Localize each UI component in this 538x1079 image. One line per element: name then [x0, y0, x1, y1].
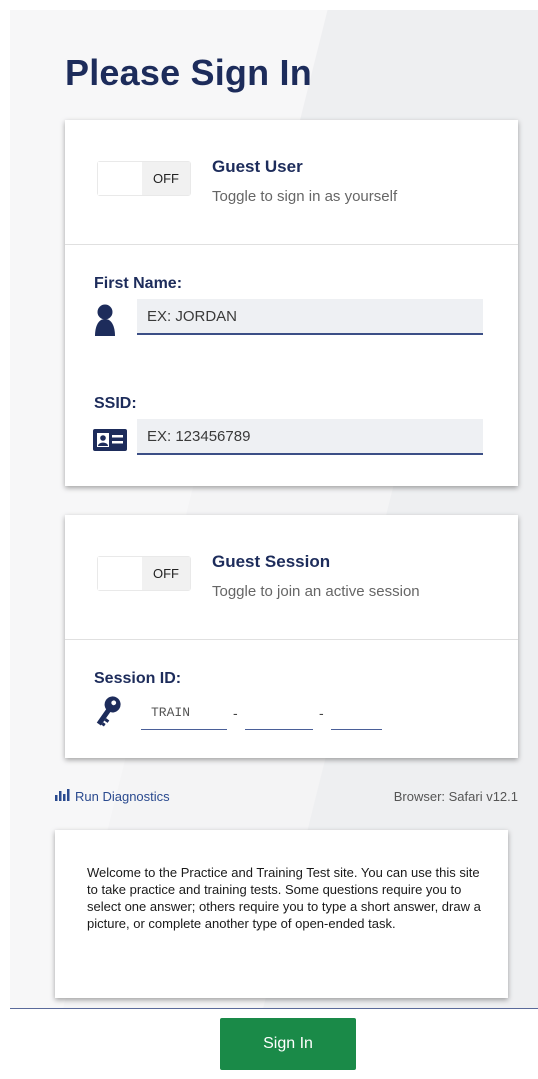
footer-divider [10, 1008, 538, 1009]
key-icon [95, 694, 121, 733]
divider [65, 244, 518, 245]
guest-session-title: Guest Session [212, 552, 331, 571]
sign-in-button[interactable]: Sign In [220, 1018, 356, 1070]
toggle-track [98, 162, 142, 195]
session-id-label: Session ID: [94, 670, 182, 687]
page-title: Please Sign In [65, 52, 312, 93]
welcome-text: Welcome to the Practice and Training Tes… [87, 865, 481, 931]
session-id-separator: - [319, 705, 324, 721]
session-id-part1-input[interactable] [141, 696, 227, 730]
ssid-input[interactable] [137, 419, 483, 455]
divider [65, 639, 518, 640]
bar-chart-icon [55, 789, 71, 804]
session-id-separator: - [233, 705, 238, 721]
page-background: Please Sign In OFF Guest User Toggle to … [10, 10, 538, 1008]
toggle-state: OFF [142, 162, 190, 195]
run-diagnostics-label: Run Diagnostics [75, 789, 170, 804]
guest-session-toggle[interactable]: OFF [97, 556, 191, 591]
ssid-label: SSID: [94, 395, 137, 412]
first-name-label: First Name: [94, 275, 183, 292]
guest-session-description: Toggle to join an active session [212, 583, 420, 600]
id-card-icon [93, 429, 127, 456]
guest-user-title: Guest User [212, 157, 303, 176]
browser-info: Browser: Safari v12.1 [393, 789, 518, 804]
person-icon [94, 303, 116, 342]
session-id-part2-input[interactable] [245, 696, 313, 730]
toggle-state: OFF [142, 557, 190, 590]
welcome-card: Welcome to the Practice and Training Tes… [55, 830, 508, 998]
guest-user-toggle[interactable]: OFF [97, 161, 191, 196]
session-card: OFF Guest Session Toggle to join an acti… [65, 515, 518, 758]
run-diagnostics-link[interactable]: Run Diagnostics [55, 789, 170, 804]
user-card: OFF Guest User Toggle to sign in as your… [65, 120, 518, 486]
session-id-part3-input[interactable] [331, 696, 382, 730]
toggle-track [98, 557, 142, 590]
guest-user-description: Toggle to sign in as yourself [212, 188, 398, 205]
first-name-input[interactable] [137, 299, 483, 335]
